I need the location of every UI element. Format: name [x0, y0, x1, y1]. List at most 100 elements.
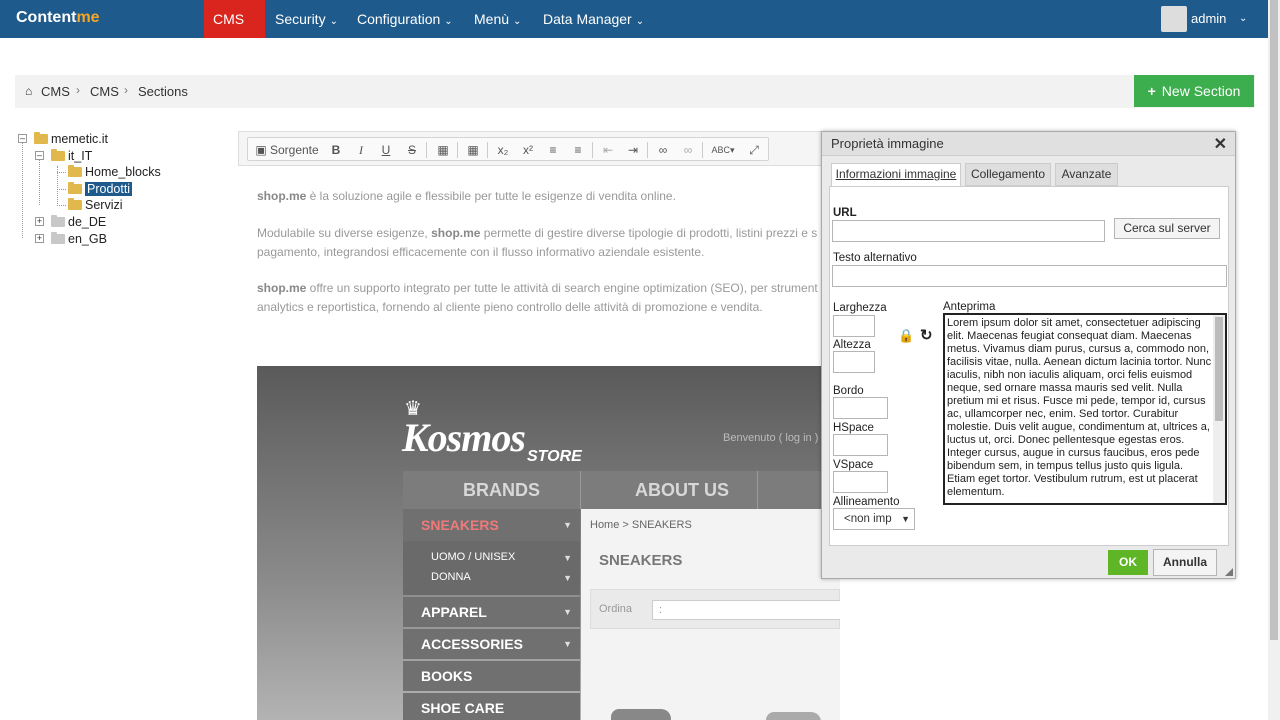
- preview-label: Anteprima: [943, 301, 996, 313]
- hspace-input[interactable]: [833, 434, 888, 456]
- vspace-input[interactable]: [833, 471, 888, 493]
- border-input[interactable]: [833, 397, 888, 419]
- logo-accent-text: me: [76, 9, 100, 26]
- store-logo: Kosmos: [402, 415, 526, 460]
- scrollbar-thumb[interactable]: [1270, 0, 1278, 640]
- new-section-button[interactable]: + New Section: [1134, 75, 1254, 107]
- paragraph-text: analytics e reportistica, fornendo al cl…: [257, 300, 763, 314]
- tree-node-it[interactable]: it_IT: [51, 148, 92, 164]
- folder-icon: [51, 232, 65, 244]
- store-subnav-uomo: UOMO / UNISEX: [431, 551, 516, 563]
- outdent-icon[interactable]: ⇤: [600, 141, 616, 159]
- nav-configuration[interactable]: Configuration ⌄: [348, 0, 462, 38]
- store-subnav-donna: DONNA: [431, 571, 471, 583]
- store-welcome-text: Benvenuto ( log in ): [723, 432, 819, 444]
- lock-ratio-icon[interactable]: 🔒: [898, 328, 914, 344]
- tree-expand-icon[interactable]: +: [35, 234, 44, 243]
- tree-node-servizi[interactable]: Servizi: [68, 197, 123, 213]
- tab-link[interactable]: Collegamento: [965, 163, 1051, 186]
- reset-size-icon[interactable]: ↻: [920, 326, 933, 344]
- align-label: Allineamento: [833, 496, 900, 508]
- align-select[interactable]: <non imp ▼: [833, 508, 915, 530]
- source-label: Sorgente: [269, 143, 319, 157]
- tree-node-label: en_GB: [68, 232, 107, 246]
- tree-node-prodotti[interactable]: Prodotti: [68, 181, 133, 197]
- tab-advanced[interactable]: Avanzate: [1055, 163, 1118, 186]
- nav-menu[interactable]: Menù ⌄: [465, 0, 530, 38]
- ordina-label: Ordina: [599, 603, 633, 615]
- numbered-list-icon[interactable]: ≡: [545, 141, 561, 159]
- alt-text-input[interactable]: [832, 265, 1227, 287]
- nav-security[interactable]: Security ⌄: [266, 0, 347, 38]
- border-label: Bordo: [833, 385, 864, 397]
- store-nav-label: APPAREL: [421, 604, 487, 620]
- tree-node-de[interactable]: de_DE: [51, 214, 106, 230]
- home-icon[interactable]: ⌂: [25, 84, 32, 98]
- tree-expand-icon[interactable]: +: [35, 217, 44, 226]
- tree-collapse-icon[interactable]: –: [18, 134, 27, 143]
- scrollbar-thumb[interactable]: [1215, 317, 1223, 421]
- store-menu-about: ABOUT US: [635, 480, 729, 500]
- tree-node-label: Servizi: [85, 198, 123, 212]
- resize-handle[interactable]: [1225, 568, 1233, 576]
- indent-icon[interactable]: ⇥: [625, 141, 641, 159]
- image-icon[interactable]: ▦: [435, 141, 451, 159]
- width-input[interactable]: [833, 315, 875, 337]
- store-menu-brands: BRANDS: [463, 480, 541, 500]
- chevron-down-icon: ▼: [563, 573, 572, 583]
- chevron-down-icon: ⌄: [444, 16, 453, 27]
- store-logo-subtitle: STORE: [527, 448, 582, 465]
- user-name: admin: [1191, 11, 1227, 26]
- brand-text: shop.me: [431, 226, 481, 240]
- italic-button[interactable]: I: [354, 141, 368, 159]
- unlink-icon[interactable]: ∞: [680, 141, 696, 159]
- paragraph-text: è la soluzione agile e flessibile per tu…: [306, 189, 676, 203]
- table-icon[interactable]: ▦: [465, 141, 481, 159]
- paragraph-text: pagamento, integrandosi efficacemente co…: [257, 245, 705, 259]
- breadcrumb-item-cms-2[interactable]: CMS: [90, 84, 119, 99]
- ok-button[interactable]: OK: [1108, 550, 1148, 575]
- underline-button[interactable]: U: [379, 141, 393, 159]
- maximize-icon[interactable]: ⤢: [745, 141, 763, 159]
- superscript-icon[interactable]: x²: [520, 141, 536, 159]
- tab-image-info[interactable]: Informazioni immagine: [831, 163, 961, 187]
- subscript-icon[interactable]: x₂: [495, 141, 511, 159]
- close-icon[interactable]: ✕: [1214, 134, 1227, 154]
- brand-text: shop.me: [257, 281, 307, 295]
- height-label: Altezza: [833, 339, 871, 351]
- breadcrumb-separator: ›: [76, 83, 80, 97]
- nav-security-label: Security: [275, 11, 326, 27]
- preview-scrollbar[interactable]: [1213, 315, 1225, 503]
- link-icon[interactable]: ∞: [655, 141, 671, 159]
- dialog-titlebar[interactable]: Proprietà immagine ✕: [822, 132, 1235, 156]
- strikethrough-button[interactable]: S: [405, 141, 419, 159]
- spellcheck-icon[interactable]: ABC▾: [710, 141, 736, 159]
- tree-node-label: it_IT: [68, 149, 93, 163]
- paragraph-text: Modulabile su diverse esigenze,: [257, 226, 432, 240]
- url-input[interactable]: [832, 220, 1105, 242]
- height-input[interactable]: [833, 351, 875, 373]
- tree-node-home-blocks[interactable]: Home_blocks: [68, 164, 161, 180]
- breadcrumb-item-cms-1[interactable]: CMS: [41, 84, 70, 99]
- store-breadcrumb: Home > SNEAKERS: [590, 519, 692, 531]
- tree-node-en[interactable]: en_GB: [51, 231, 107, 247]
- shoe-image: [766, 712, 821, 720]
- new-section-label: New Section: [1161, 83, 1241, 99]
- dialog-body: URL Cerca sul server Testo alternativo L…: [829, 186, 1229, 546]
- bold-button[interactable]: B: [329, 141, 343, 159]
- embedded-store-image[interactable]: ♛ Kosmos STORE Benvenuto ( log in ) BRAN…: [257, 366, 840, 720]
- tree-node-memetic[interactable]: memetic.it: [34, 131, 108, 147]
- store-nav-apparel: APPAREL ▼: [403, 597, 580, 627]
- image-properties-dialog: Proprietà immagine ✕ Informazioni immagi…: [821, 131, 1236, 579]
- tree-collapse-icon[interactable]: –: [35, 151, 44, 160]
- bulleted-list-icon[interactable]: ≡: [570, 141, 586, 159]
- source-button[interactable]: ▣ Sorgente: [254, 141, 320, 159]
- app-logo[interactable]: Contentme: [16, 9, 100, 27]
- store-nav-shoe-care: SHOE CARE: [403, 693, 580, 720]
- nav-cms[interactable]: CMS ⌄: [204, 0, 265, 65]
- nav-data-manager[interactable]: Data Manager ⌄: [534, 0, 653, 38]
- browse-server-button[interactable]: Cerca sul server: [1114, 218, 1220, 239]
- store-nav-books: BOOKS: [403, 661, 580, 691]
- page-scrollbar[interactable]: [1268, 0, 1280, 720]
- cancel-button[interactable]: Annulla: [1153, 549, 1217, 576]
